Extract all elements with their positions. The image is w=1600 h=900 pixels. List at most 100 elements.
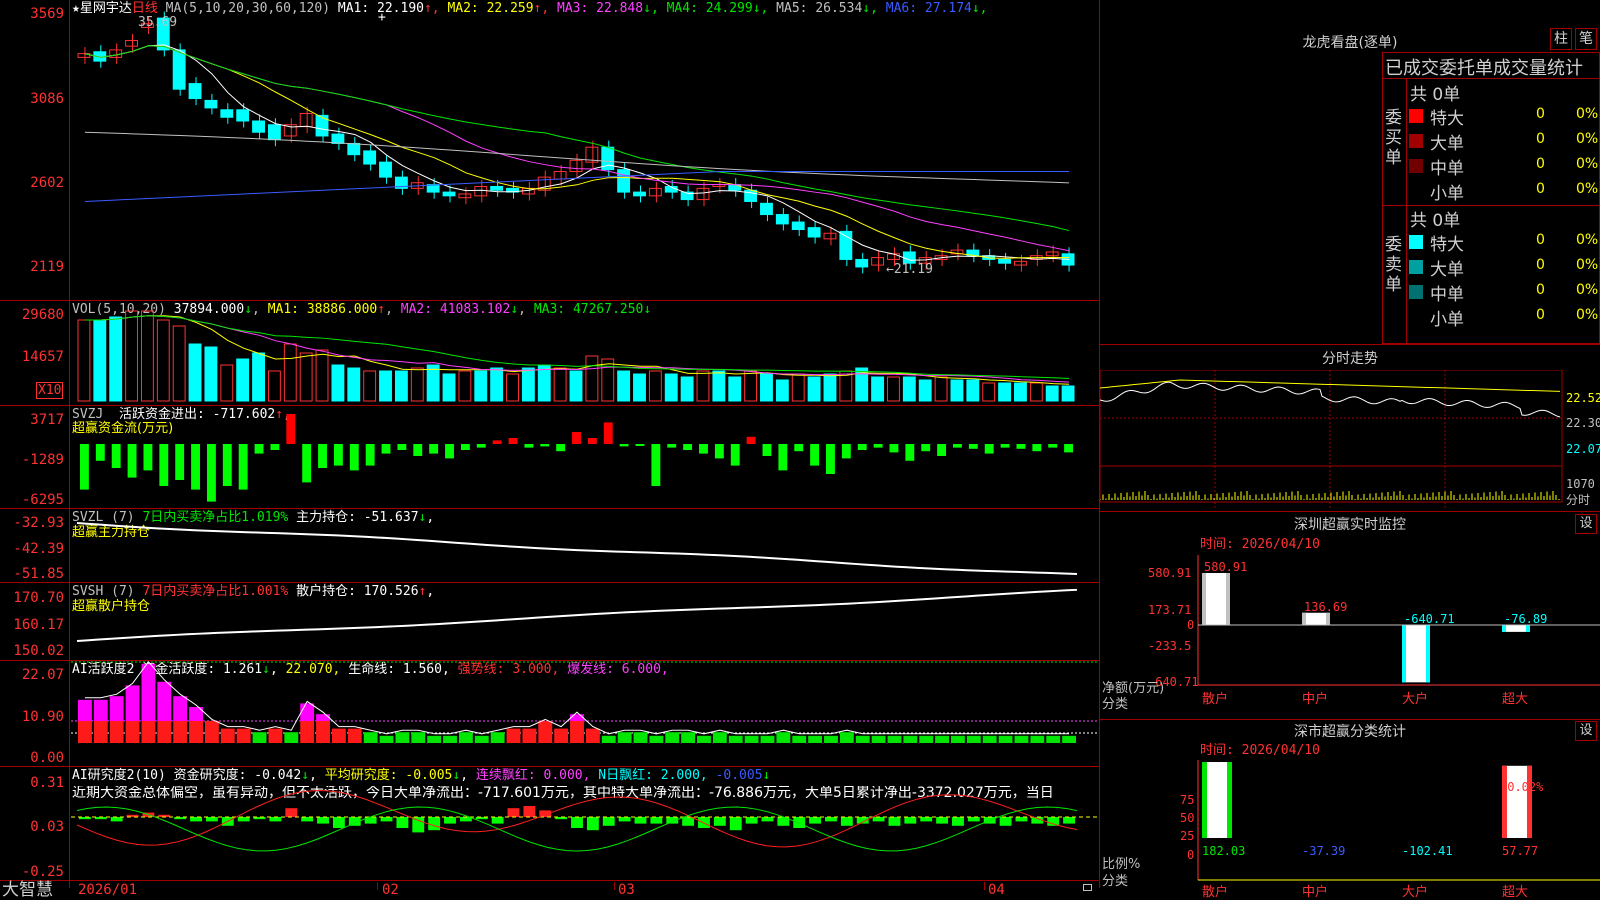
active-bar-burst [125,685,140,721]
volume-bar [125,310,138,402]
candle [569,159,583,173]
order-name: 中单 [1430,285,1464,305]
fund-flow-chart[interactable] [71,406,1099,508]
fund-flow-bar [111,444,121,468]
active-bar [252,732,267,743]
tick-mode-button[interactable]: 笔 [1575,28,1597,50]
vol-unit-badge[interactable]: X10 [36,382,64,399]
ai-active-chart[interactable] [71,661,1099,766]
fund-flow-bar [429,444,439,454]
research-bar [205,817,218,822]
volume-bar [601,358,615,402]
volume-bar [982,382,996,402]
volume-bar [950,379,964,402]
sz-monitor-bar-chart[interactable]: 580.91 散户 136.69 中户 -640.71 大户 -76.89 超大 [1100,555,1600,715]
active-bar-strong [585,728,600,743]
research-bar [301,817,314,822]
category-label: 散户 [1202,884,1228,900]
research-bar [571,817,583,828]
ai-research-chart[interactable] [71,767,1099,880]
order-pct: 0% [1576,156,1599,172]
research-bar [936,817,949,824]
volume-bar [458,370,472,402]
fund-flow-bar [1016,444,1026,449]
candle [617,169,631,193]
main-holding-line [76,522,1078,576]
active-bar [474,735,489,743]
active-bar-strong [300,721,315,743]
ai-research-tick: -0.25 [21,864,64,880]
retail-holding-chart[interactable] [71,583,1099,660]
research-bar [793,817,806,828]
fund-flow-bar [603,422,613,444]
volume-bar [140,310,154,402]
research-bar [999,817,1012,826]
active-bar [808,735,823,743]
volume-bar [648,370,662,402]
research-bar [317,817,329,824]
fund-flow-bar [127,444,137,478]
research-bar [380,817,393,822]
candle [109,49,123,58]
fund-flow-bar [937,444,947,456]
volume-bar [188,343,202,402]
sz-class-bar-chart[interactable]: 182.03 散户 -37.39 中户 -102.41 大户 57.77 超大 -0.02% [1100,760,1600,900]
volume-bar [394,370,408,402]
candle [379,161,392,178]
candlestick-chart[interactable] [71,0,1099,300]
color-swatch [1409,260,1423,274]
volume-bar [553,367,567,402]
fund-flow-bar [159,444,169,486]
bar-edge [1526,625,1530,632]
order-count: 0 [1536,131,1545,147]
volume-bar [728,376,742,402]
order-pct: 0% [1576,131,1599,147]
volume-bar [442,373,456,402]
research-bar [618,817,631,822]
candle [648,187,662,197]
sz-class-settings-button[interactable]: 设 [1575,721,1597,741]
volume-bar [299,352,313,402]
volume-bar [585,355,599,402]
fund-flow-bar [206,444,216,502]
fund-flow-bar [1048,444,1058,448]
active-bar [1030,735,1045,743]
bar-mode-button[interactable]: 柱 [1550,28,1572,50]
volume-chart[interactable] [71,301,1099,405]
active-bar-burst [300,703,315,721]
volume-bar [252,352,265,402]
active-bar [363,732,378,743]
volume-bar [1029,382,1043,402]
active-bar-strong [268,728,283,743]
intraday-avg-line [1100,379,1561,392]
active-bar-strong [236,728,251,743]
active-bar-strong [189,721,203,743]
main-holding-chart[interactable] [71,509,1099,582]
order-row-特大: 特大 0 0% [1406,104,1600,129]
order-name: 小单 [1430,184,1464,204]
candle [347,142,361,156]
volume-bar [426,364,440,402]
research-bar [1015,817,1028,822]
active-bar [601,735,616,743]
intraday-chart[interactable] [1100,370,1600,510]
active-bar [744,735,759,743]
volume-bar [490,367,504,402]
fund-flow-bar [333,444,343,466]
volume-bar [283,343,297,402]
lock-icon[interactable] [1083,884,1092,891]
active-bar-burst [141,663,156,721]
fund-flow-bar [349,444,359,471]
sz-monitor-settings-button[interactable]: 设 [1575,514,1597,534]
order-name: 特大 [1430,235,1464,255]
candle [299,113,313,128]
high-price-label: 35.69 [138,15,178,30]
volume-bar [315,349,329,402]
sell-rows: 特大 0 0% 大单 0 0% 中单 0 0% 小单 0 0% [1406,230,1600,330]
brand-logo[interactable]: 大智慧 [2,880,53,900]
active-bar [903,735,918,743]
active-bar-strong [538,721,553,743]
research-bar [698,817,710,828]
svsh-tick: 170.70 [13,590,64,606]
color-swatch [1409,184,1423,198]
